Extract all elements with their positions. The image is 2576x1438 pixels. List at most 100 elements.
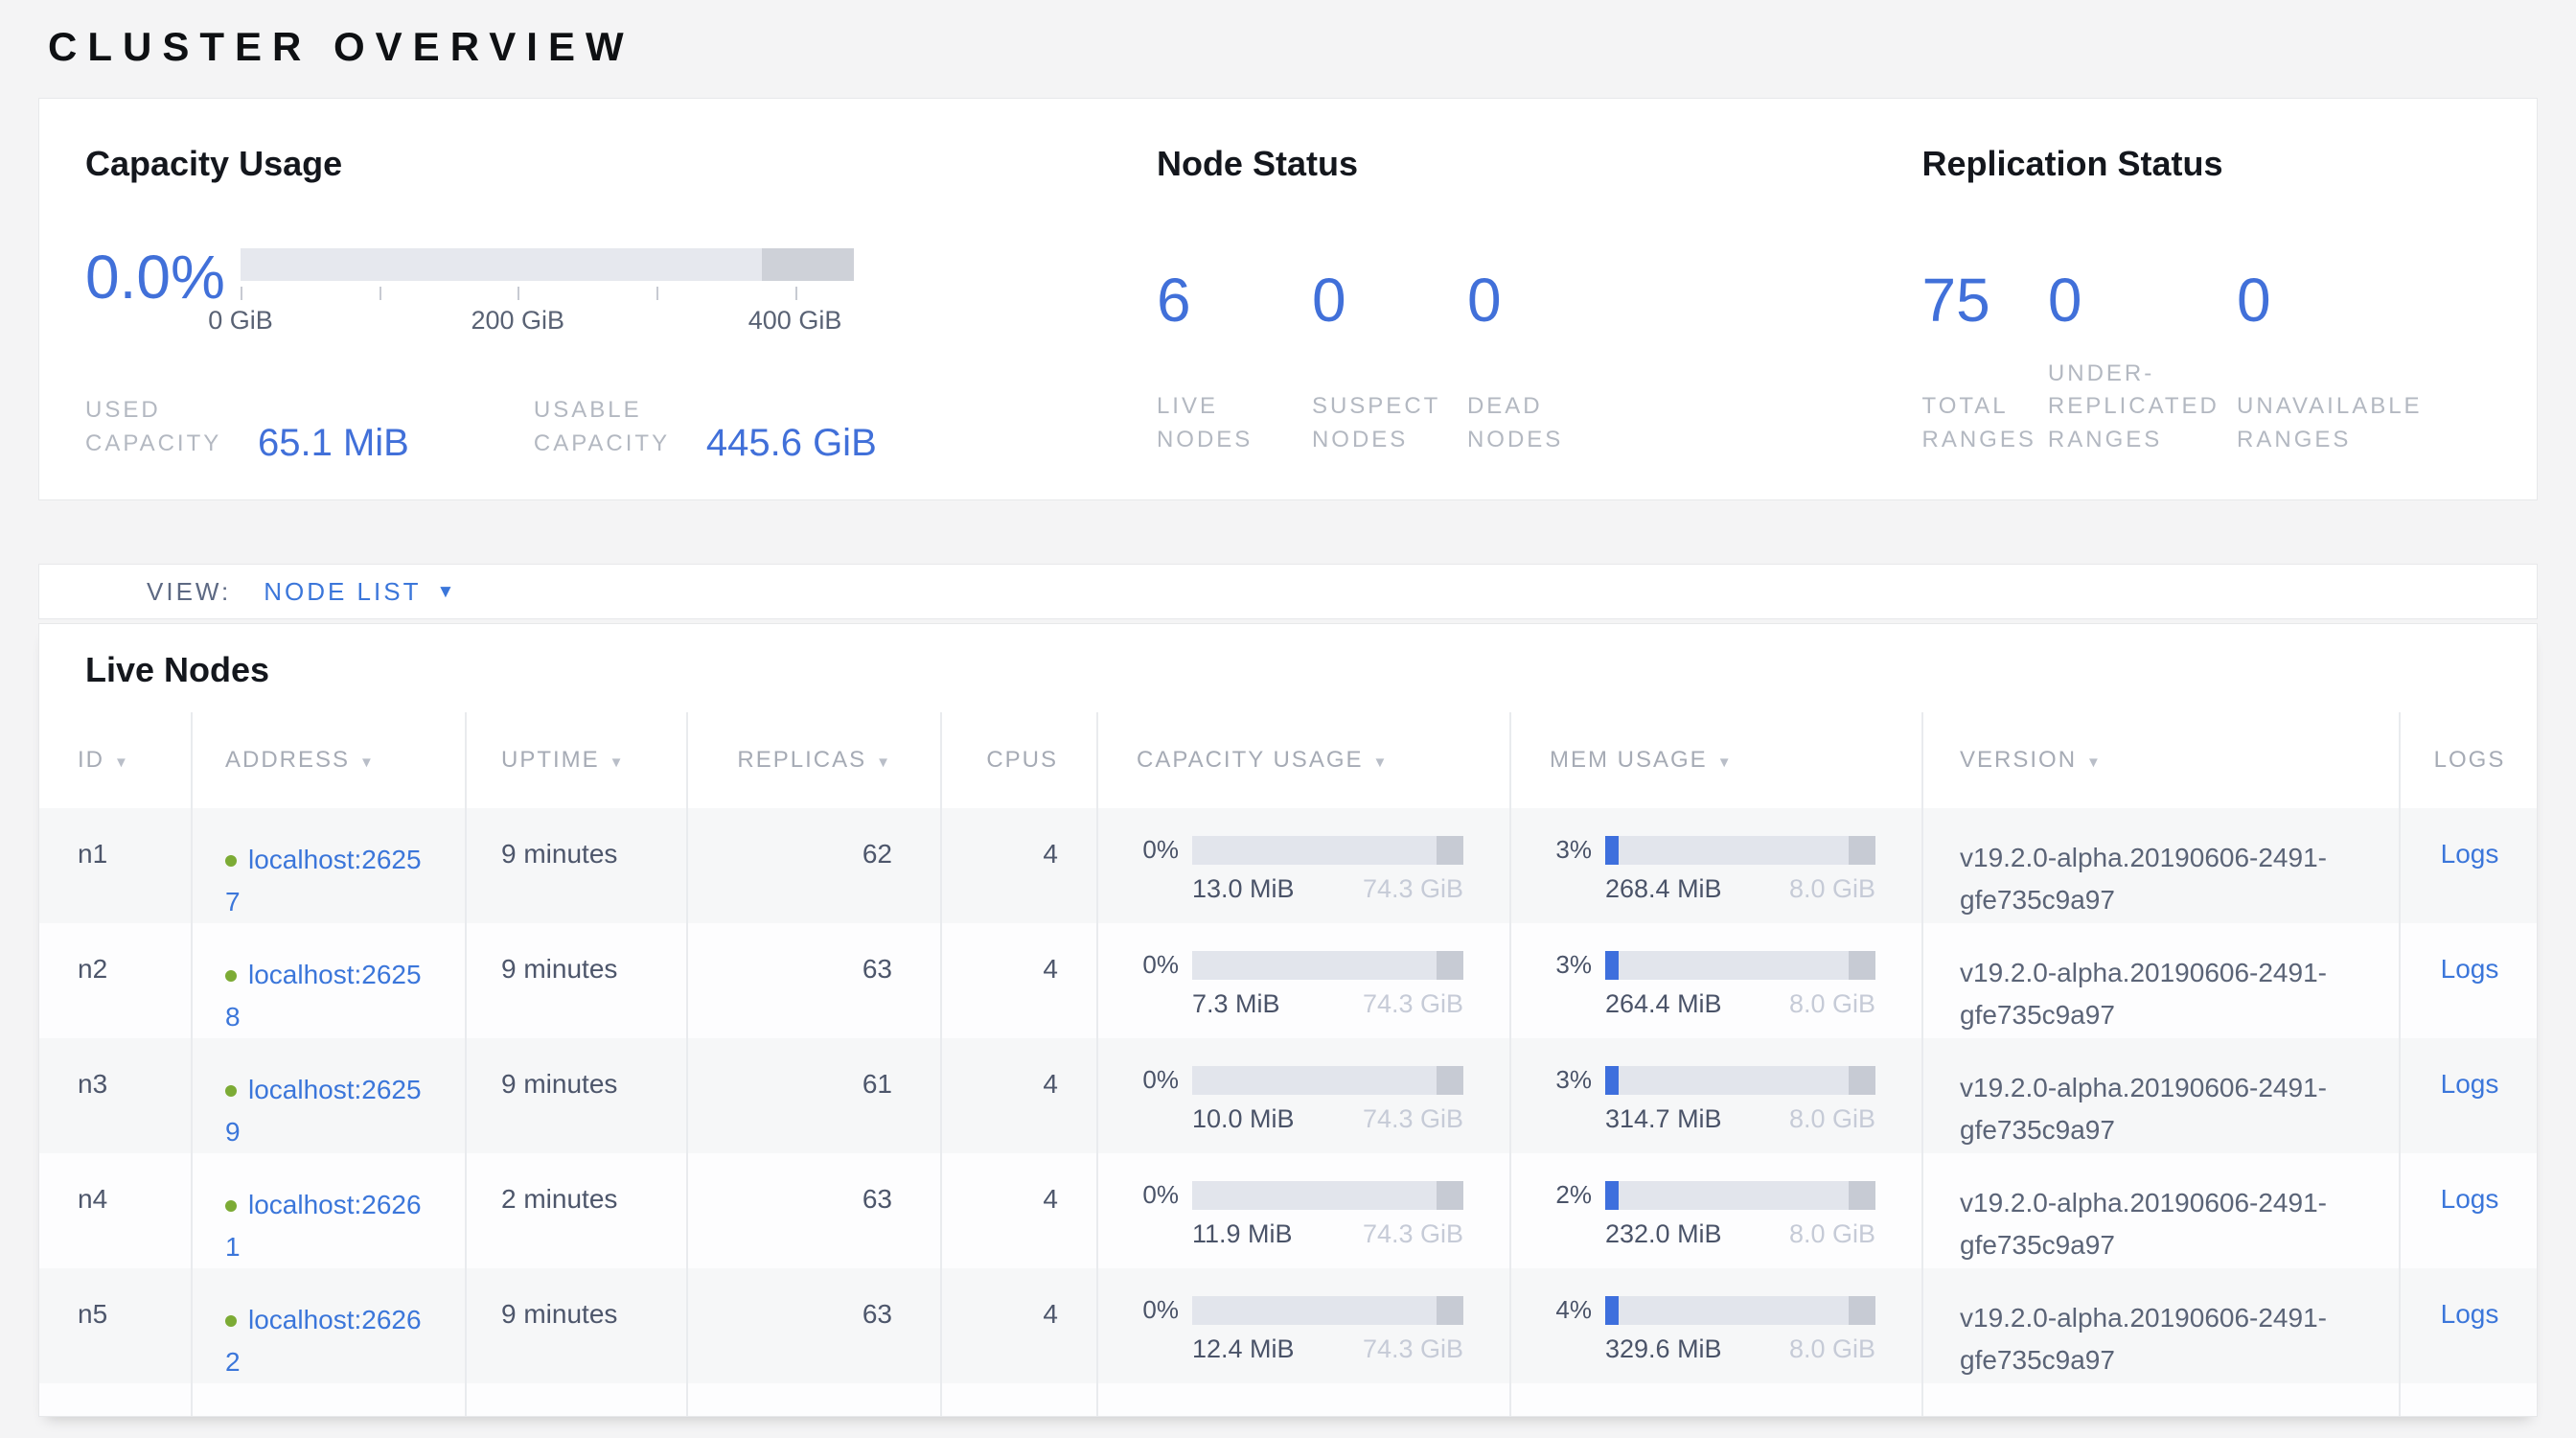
total-ranges-count: 75 [1921, 269, 2047, 331]
logs-link[interactable]: Logs [2441, 1069, 2499, 1099]
column-header-address[interactable]: ADDRESS▼ [191, 712, 465, 808]
dead-nodes-stat: 0 DEAD NODES [1467, 269, 1622, 457]
address-text: localhost:26261 [225, 1190, 422, 1262]
sort-arrow-icon: ▼ [876, 754, 892, 771]
view-selector-dropdown[interactable]: NODE LIST ▼ [264, 577, 454, 607]
capacity-usage-bar [1192, 1296, 1463, 1325]
logs-link[interactable]: Logs [2441, 1184, 2499, 1214]
capacity-percent: 0% [1117, 835, 1179, 865]
table-row: n5 localhost:26262 9 minutes 63 4 0% 12.… [39, 1268, 2537, 1383]
table-row: n1 localhost:26257 9 minutes 62 4 0% 13.… [39, 808, 2537, 923]
under-replicated-ranges-stat: 0 UNDER-REPLICATED RANGES [2048, 269, 2237, 457]
cell-logs: Logs [2399, 1268, 2538, 1383]
cell-logs: Logs [2399, 1038, 2538, 1153]
usable-capacity-label: USABLE CAPACITY [534, 394, 687, 461]
total-ranges-stat: 75 TOTAL RANGES [1921, 269, 2047, 457]
column-header-label: VERSION [1960, 747, 2077, 773]
capacity-used-value: 11.9 MiB [1192, 1219, 1293, 1249]
cell-version: v19.2.0-alpha.20190606-2491-gfe735c9a97 [1921, 923, 2399, 1038]
cell-version: v19.2.0-alpha.20190606-2491-gfe735c9a97 [1921, 1038, 2399, 1153]
bar-reserved-segment [1437, 1181, 1463, 1210]
mem-percent: 3% [1530, 950, 1592, 980]
bar-reserved-segment [1849, 1296, 1875, 1325]
column-header-capacity-usage[interactable]: CAPACITY USAGE▼ [1096, 712, 1509, 808]
column-header-mem-usage[interactable]: MEM USAGE▼ [1509, 712, 1921, 808]
column-header-cpus: CPUS [940, 712, 1096, 808]
column-header-label: ID [78, 747, 104, 773]
view-bar: VIEW: NODE LIST ▼ [38, 564, 2538, 619]
total-ranges-label: TOTAL RANGES [1921, 390, 2047, 457]
cell-replicas: 63 [686, 1268, 940, 1383]
cell-version: v19.2.0-alpha.20190606-2491-gfe735c9a97 [1921, 1153, 2399, 1268]
address-text: localhost:26262 [225, 1305, 422, 1377]
summary-card: Capacity Usage 0.0% [38, 98, 2538, 500]
column-header-label: REPLICAS [737, 747, 866, 773]
capacity-used-value: 13.0 MiB [1192, 874, 1295, 904]
column-header-id[interactable]: ID▼ [39, 712, 191, 808]
suspect-nodes-count: 0 [1312, 269, 1467, 331]
capacity-used-value: 12.4 MiB [1192, 1334, 1295, 1364]
address-text: localhost:26259 [225, 1075, 422, 1147]
cell-replicas: 61 [686, 1038, 940, 1153]
cell-address: localhost:26262 [191, 1268, 465, 1383]
cell-node-id: n2 [39, 923, 191, 1038]
cell-node-id: n5 [39, 1268, 191, 1383]
under-replicated-ranges-count: 0 [2048, 269, 2237, 331]
mem-percent: 3% [1530, 1065, 1592, 1095]
column-header-label: MEM USAGE [1550, 747, 1708, 773]
logs-link[interactable]: Logs [2441, 1299, 2499, 1329]
address-link[interactable]: localhost:26258 [225, 954, 431, 1038]
column-header-label: UPTIME [501, 747, 600, 773]
cell-version: v19.2.0-alpha.20190606-2491-gfe735c9a97 [1921, 1268, 2399, 1383]
logs-link[interactable]: Logs [2441, 954, 2499, 984]
bar-reserved-segment [1437, 1066, 1463, 1095]
used-capacity-stat: USED CAPACITY 65.1 MiB [85, 394, 409, 461]
cell-cpus: 4 [940, 1153, 1096, 1268]
table-header-row: ID▼ ADDRESS▼ UPTIME▼ REPLICAS ▼ CPUS CAPA… [39, 712, 2537, 808]
mem-usage-bar [1605, 1296, 1875, 1325]
live-nodes-title: Live Nodes [39, 624, 2537, 691]
live-nodes-count: 6 [1157, 269, 1312, 331]
address-link[interactable]: localhost:26262 [225, 1299, 431, 1383]
capacity-total-value: 74.3 GiB [1363, 989, 1463, 1019]
cell-replicas: 63 [686, 1153, 940, 1268]
capacity-percent: 0% [1117, 1065, 1179, 1095]
cell-uptime: 9 minutes [465, 808, 686, 923]
address-link[interactable]: localhost:26257 [225, 839, 431, 923]
node-live-icon [225, 1085, 237, 1097]
bar-reserved-segment [1849, 1066, 1875, 1095]
bar-fill [1605, 951, 1619, 980]
node-status-title: Node Status [1157, 143, 1922, 185]
capacity-usage-panel: Capacity Usage 0.0% [85, 99, 1157, 499]
address-link[interactable]: localhost:26259 [225, 1069, 431, 1153]
address-link[interactable]: localhost:26261 [225, 1184, 431, 1268]
bar-reserved-segment [1437, 951, 1463, 980]
cell-node-id: n3 [39, 1038, 191, 1153]
suspect-nodes-stat: 0 SUSPECT NODES [1312, 269, 1467, 457]
live-nodes-stat: 6 LIVE NODES [1157, 269, 1312, 457]
table-row: n2 localhost:26258 9 minutes 63 4 0% 7.3… [39, 923, 2537, 1038]
dead-nodes-label: DEAD NODES [1467, 390, 1622, 457]
mem-total-value: 8.0 GiB [1789, 874, 1875, 904]
capacity-bar-chart: 0 GiB 200 GiB 400 GiB [241, 248, 854, 336]
cell-logs: Logs [2399, 1153, 2538, 1268]
table-row: n4 localhost:26261 2 minutes 63 4 0% 11.… [39, 1153, 2537, 1268]
dead-nodes-count: 0 [1467, 269, 1622, 331]
capacity-total-value: 74.3 GiB [1363, 1334, 1463, 1364]
mem-usage-bar [1605, 1066, 1875, 1095]
address-text: localhost:26257 [225, 845, 422, 916]
cell-capacity-usage: 0% 10.0 MiB74.3 GiB [1096, 1038, 1509, 1153]
logs-link[interactable]: Logs [2441, 839, 2499, 869]
mem-percent: 2% [1530, 1180, 1592, 1210]
bar-fill [1605, 836, 1619, 865]
capacity-axis-ticks [241, 281, 854, 302]
axis-tick-label: 200 GiB [471, 306, 564, 336]
table-row-partial [39, 1383, 2537, 1417]
mem-used-value: 268.4 MiB [1605, 874, 1722, 904]
usable-capacity-stat: USABLE CAPACITY 445.6 GiB [534, 394, 877, 461]
mem-usage-bar [1605, 951, 1875, 980]
column-header-version[interactable]: VERSION▼ [1921, 712, 2399, 808]
column-header-replicas[interactable]: REPLICAS ▼ [686, 712, 940, 808]
column-header-uptime[interactable]: UPTIME▼ [465, 712, 686, 808]
bar-fill [1605, 1066, 1619, 1095]
